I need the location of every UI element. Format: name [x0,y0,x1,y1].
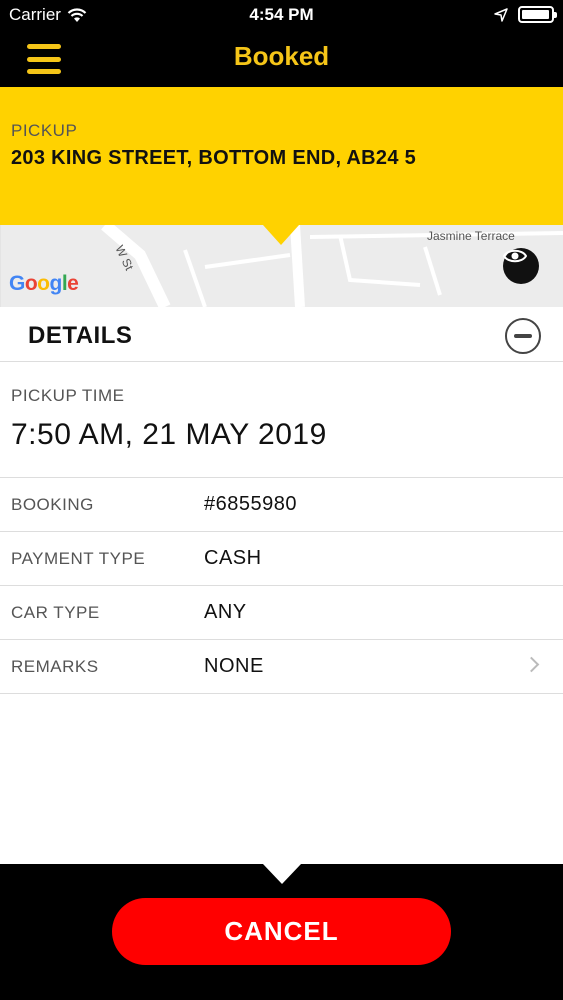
detail-row-booking: BOOKING #6855980 [0,478,563,532]
location-arrow-icon [494,7,508,22]
battery-fill [522,10,549,19]
pickup-time-label: PICKUP TIME [11,386,125,405]
cancel-button[interactable]: CANCEL [112,898,451,965]
page-title: Booked [233,41,330,71]
pickup-time-value: 7:50 AM, 21 MAY 2019 [11,418,327,451]
details-body: PICKUP TIME 7:50 AM, 21 MAY 2019 BOOKING… [0,362,563,864]
detail-row-car-type: CAR TYPE ANY [0,586,563,640]
minus-circle-icon[interactable] [505,318,541,354]
detail-row-payment-type: PAYMENT TYPE CASH [0,532,563,586]
eye-glyph [503,249,527,263]
status-bar: Carrier 4:54 PM [0,0,563,30]
banner-pointer [263,225,299,245]
details-header: DETAILS [0,307,563,362]
battery-icon [518,6,557,23]
street-label: Jasmine Terrace [427,229,515,243]
nav-bar: Booked [0,30,563,87]
google-logo: Google [9,272,79,295]
detail-value: ANY [204,601,247,623]
eye-icon[interactable] [503,248,539,284]
status-right [494,6,557,23]
detail-label: REMARKS [11,657,99,676]
detail-value: NONE [204,655,264,677]
chevron-right-icon [523,656,540,673]
detail-label: PAYMENT TYPE [11,549,146,568]
status-time: 4:54 PM [249,5,314,24]
detail-value: #6855980 [204,493,297,515]
details-title: DETAILS [28,322,133,349]
pickup-time-block: PICKUP TIME 7:50 AM, 21 MAY 2019 [0,362,563,478]
detail-label: CAR TYPE [11,603,100,622]
detail-row-remarks[interactable]: REMARKS NONE [0,640,563,694]
detail-label: BOOKING [11,495,94,514]
pickup-banner: PICKUP 203 KING STREET, BOTTOM END, AB24… [0,87,563,225]
detail-value: CASH [204,547,262,569]
pickup-label: PICKUP [11,121,78,140]
pickup-address: 203 KING STREET, BOTTOM END, AB24 5 [11,147,417,169]
footer-pointer [263,864,301,884]
